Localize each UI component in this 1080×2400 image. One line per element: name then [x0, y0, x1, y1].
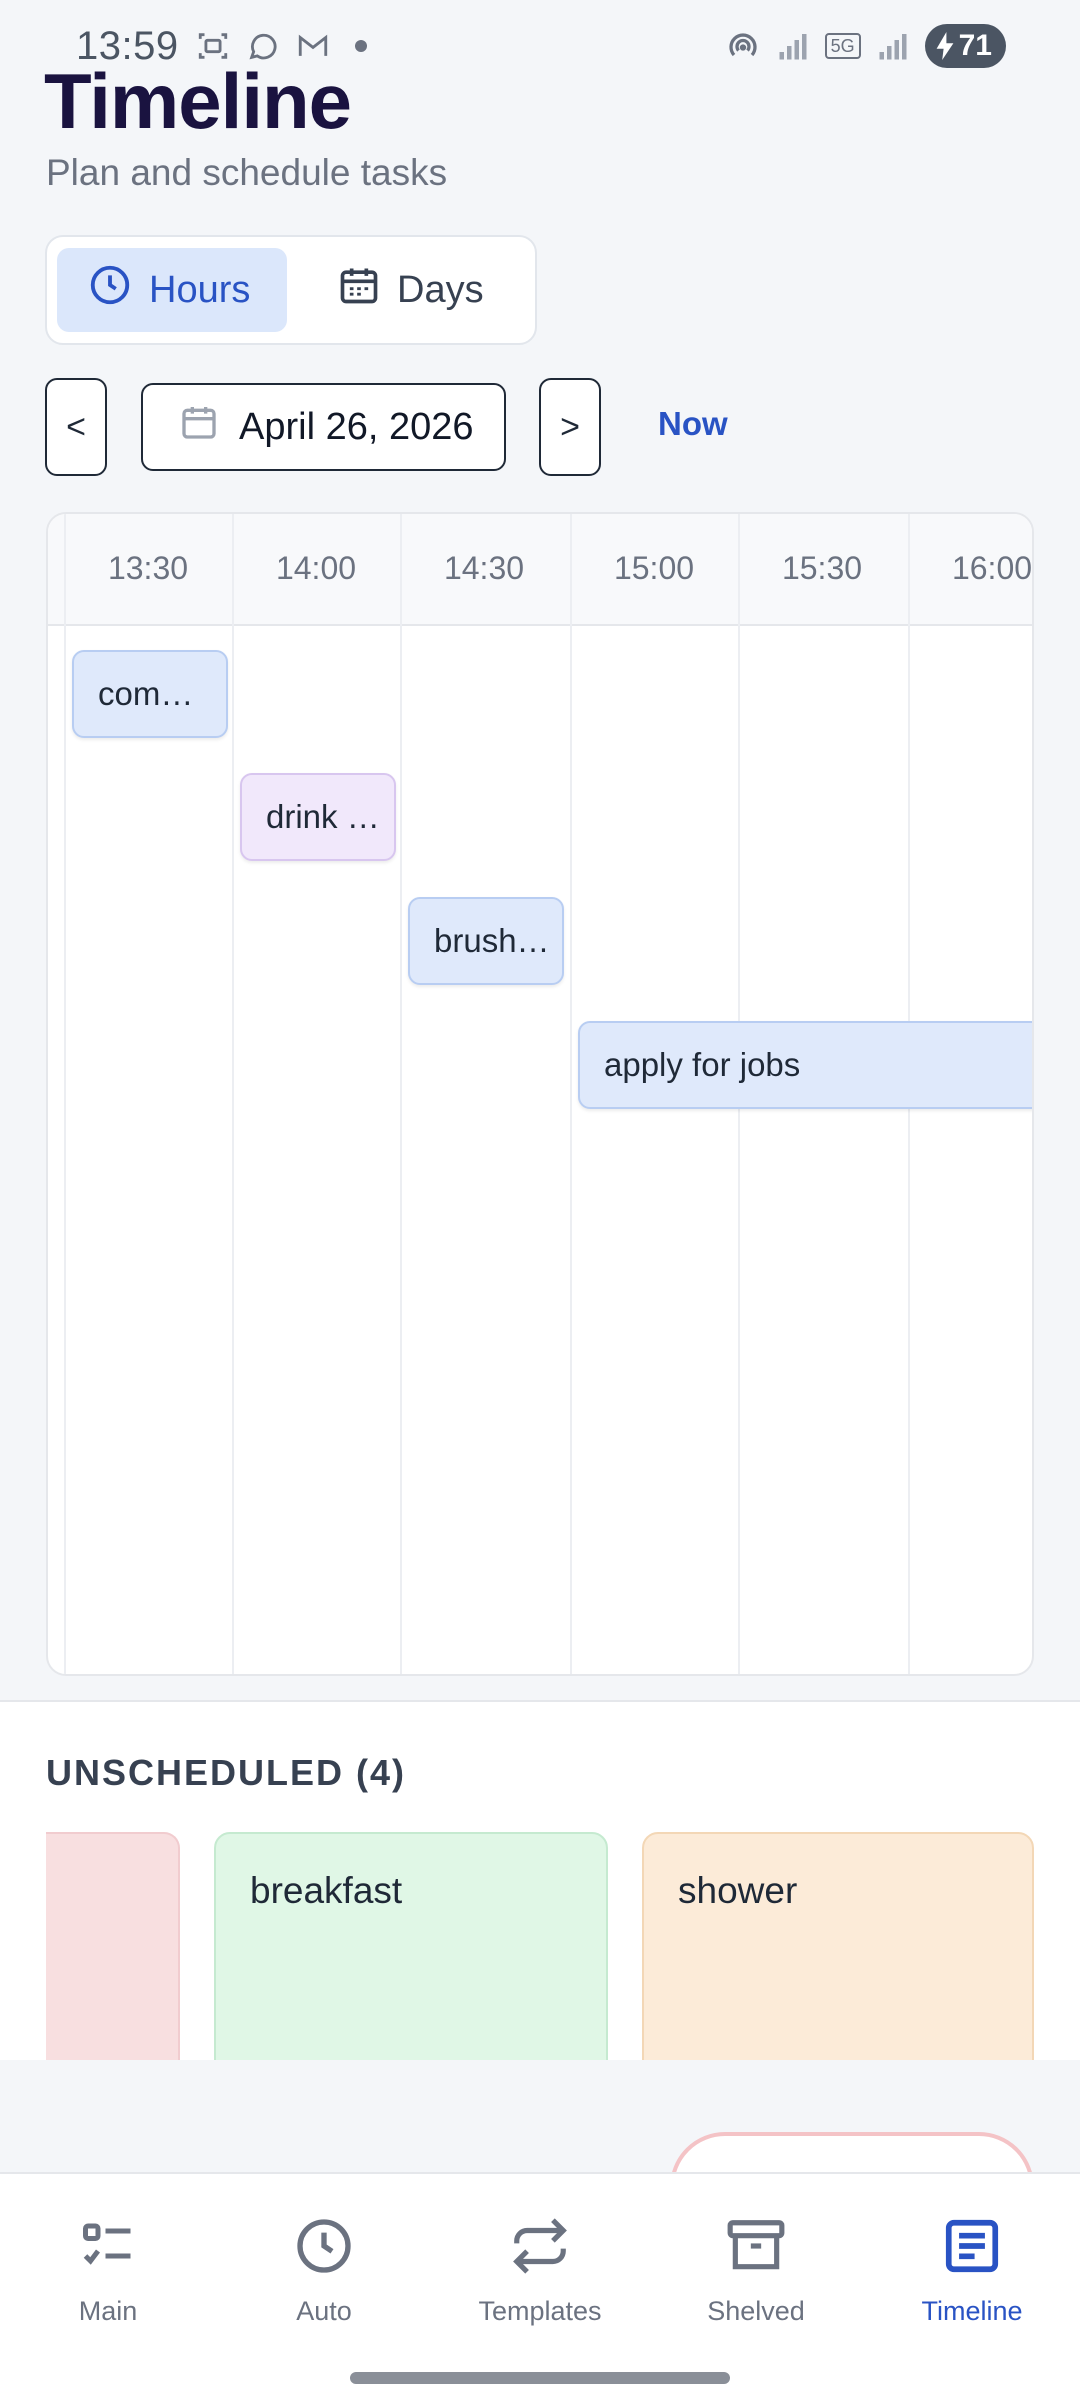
whatsapp-icon: [245, 28, 281, 64]
unscheduled-section: UNSCHEDULED (4) breakfast shower: [0, 1700, 1080, 2078]
more-notifications-dot: [354, 40, 367, 52]
battery-level: 71: [958, 29, 992, 62]
nav-item-timeline[interactable]: Timeline: [872, 2214, 1072, 2327]
task-block[interactable]: drink …: [240, 773, 396, 861]
clock-icon: [292, 2214, 356, 2278]
date-picker[interactable]: April 26, 2026: [141, 383, 506, 471]
status-time: 13:59: [76, 23, 179, 68]
grid-line: [400, 514, 402, 1674]
calendar-icon: [337, 263, 381, 317]
hotspot-icon: [725, 28, 761, 64]
nav-label: Shelved: [707, 2296, 805, 2326]
status-right: 5G 71: [725, 24, 1006, 68]
checklist-icon: [76, 2214, 140, 2278]
time-slot-label: 16:00: [951, 550, 1033, 586]
next-date-button[interactable]: >: [539, 378, 601, 476]
previous-date-button[interactable]: <: [45, 378, 107, 476]
repeat-icon: [508, 2214, 572, 2278]
days-toggle-button[interactable]: Days: [307, 248, 514, 332]
hours-toggle-button[interactable]: Hours: [57, 248, 287, 332]
time-slot-label: 14:00: [275, 550, 357, 586]
screenshot-icon: [195, 28, 231, 64]
unscheduled-card[interactable]: shower: [642, 1832, 1034, 2078]
nav-label: Templates: [478, 2296, 602, 2326]
page-subtitle: Plan and schedule tasks: [46, 152, 448, 193]
calendar-icon: [179, 402, 219, 452]
clock-icon: [87, 262, 133, 318]
status-left: 13:59: [76, 24, 367, 69]
task-block[interactable]: com…: [72, 650, 228, 738]
timeline-doc-icon: [940, 2214, 1004, 2278]
grid-line: [232, 514, 234, 1674]
nav-label: Main: [78, 2296, 138, 2326]
unscheduled-heading: UNSCHEDULED (4): [46, 1752, 407, 1793]
grid-line: [570, 514, 572, 1674]
status-bar: 13:59 5G 71: [0, 0, 1080, 92]
timeline-grid[interactable]: 13:30 14:00 14:30 15:00 15:30 16:00 com……: [46, 512, 1034, 1676]
notification-icons: [195, 28, 367, 64]
signal-icon-2: [875, 28, 911, 64]
gmail-icon: [295, 28, 331, 64]
nav-item-templates[interactable]: Templates: [440, 2214, 640, 2327]
nav-item-auto[interactable]: Auto: [224, 2214, 424, 2327]
network-5g-icon: 5G: [824, 33, 861, 59]
now-button[interactable]: Now: [658, 405, 728, 443]
time-slot-label: 14:30: [443, 550, 525, 586]
nav-label: Auto: [296, 2296, 352, 2326]
battery-indicator: 71: [924, 24, 1006, 68]
grid-line: [64, 514, 66, 1674]
hours-label: Hours: [149, 268, 251, 311]
view-toggle: Hours Days: [45, 235, 537, 345]
signal-icon: [775, 28, 811, 64]
nav-item-main[interactable]: Main: [8, 2214, 208, 2327]
nav-item-shelved[interactable]: Shelved: [656, 2214, 856, 2327]
selected-date: April 26, 2026: [239, 405, 474, 448]
time-slot-label: 13:30: [107, 550, 189, 586]
bottom-navigation: Main Auto Templates Shelved Timeline: [0, 2172, 1080, 2400]
task-block[interactable]: brush…: [408, 897, 564, 985]
unscheduled-card[interactable]: [46, 1832, 180, 2078]
task-block[interactable]: apply for jobs: [578, 1021, 1032, 1109]
home-indicator[interactable]: [350, 2372, 730, 2384]
time-slot-label: 15:30: [781, 550, 863, 586]
nav-label: Timeline: [921, 2296, 1023, 2326]
days-label: Days: [397, 268, 484, 311]
archive-icon: [724, 2214, 788, 2278]
unscheduled-card[interactable]: breakfast: [214, 1832, 608, 2078]
charging-icon: [936, 32, 954, 60]
time-slot-label: 15:00: [613, 550, 695, 586]
